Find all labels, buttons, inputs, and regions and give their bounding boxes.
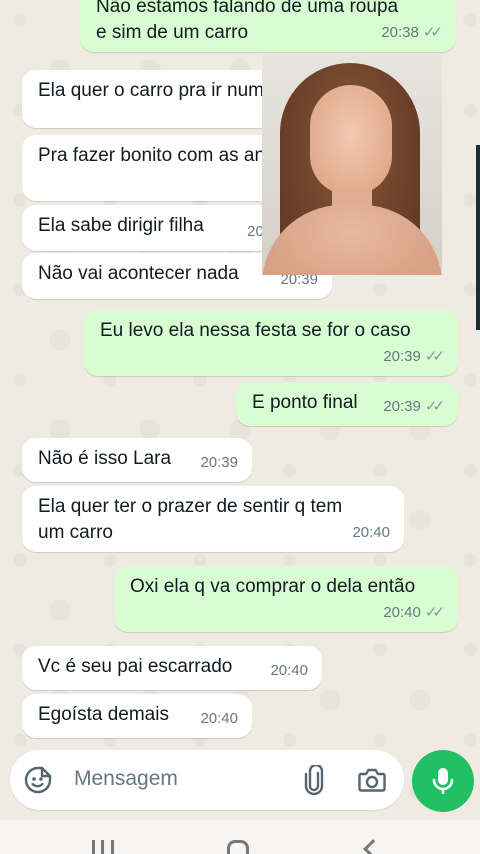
message-time: 20:40 xyxy=(383,604,421,621)
message-time: 20:38 xyxy=(381,24,419,41)
message-composer[interactable]: Mensagem xyxy=(10,750,404,810)
message-time: 20:40 xyxy=(352,524,390,541)
message-incoming[interactable]: Ela quer ter o prazer de sentir q tem um… xyxy=(22,486,404,552)
scroll-indicator[interactable] xyxy=(476,145,480,330)
emoji-sticker-icon[interactable] xyxy=(24,766,52,794)
video-person-face xyxy=(310,85,392,195)
message-meta: 20:38 ✓✓ xyxy=(381,20,443,46)
message-outgoing[interactable]: Eu levo ela nessa festa se for o caso 20… xyxy=(84,310,458,376)
message-outgoing[interactable]: E ponto final 20:39 ✓✓ xyxy=(236,382,458,426)
chat-area[interactable]: Não estamos falando de uma roupa e sim d… xyxy=(0,0,480,750)
microphone-button[interactable] xyxy=(412,750,474,812)
message-text: Vc é seu pai escarrado xyxy=(38,656,233,677)
message-meta: 20:39 ✓✓ xyxy=(383,394,445,420)
message-text: Eu levo ela nessa festa se for o caso xyxy=(100,320,411,341)
back-icon[interactable] xyxy=(363,839,383,854)
message-time: 20:39 xyxy=(383,348,421,365)
message-incoming[interactable]: Não é isso Lara 20:39 xyxy=(22,438,252,482)
system-navigation-bar xyxy=(0,820,480,854)
message-incoming[interactable]: Ela sabe dirigir filha 20: xyxy=(22,205,272,251)
message-time: 20:40 xyxy=(270,662,308,679)
message-incoming[interactable]: Vc é seu pai escarrado 20:40 xyxy=(22,646,322,690)
message-time: 20:39 xyxy=(200,454,238,471)
message-text: Ela sabe dirigir filha xyxy=(38,215,204,236)
recent-apps-icon[interactable] xyxy=(92,840,114,854)
message-incoming[interactable]: Egoísta demais 20:40 xyxy=(22,694,252,738)
message-text: Oxi ela q va comprar o dela então xyxy=(130,576,416,597)
message-outgoing[interactable]: Não estamos falando de uma roupa e sim d… xyxy=(80,0,456,52)
message-text: Ela quer ter o prazer de sentir q tem um… xyxy=(38,496,343,543)
message-time: 20:40 xyxy=(200,710,238,727)
message-input[interactable]: Mensagem xyxy=(74,767,178,791)
message-meta: 20:39 ✓✓ xyxy=(383,344,445,370)
message-outgoing[interactable]: Oxi ela q va comprar o dela então 20:40 ✓… xyxy=(114,566,458,632)
video-overlay xyxy=(262,55,442,275)
double-check-icon: ✓✓ xyxy=(422,24,443,41)
attach-clip-icon[interactable] xyxy=(302,765,326,795)
home-icon[interactable] xyxy=(227,840,249,854)
double-check-icon: ✓✓ xyxy=(424,348,445,365)
message-meta: 20:40 ✓✓ xyxy=(383,600,445,626)
camera-icon[interactable] xyxy=(358,767,386,793)
message-time: 20:39 xyxy=(383,398,421,415)
double-check-icon: ✓✓ xyxy=(424,604,445,621)
microphone-icon xyxy=(432,768,454,794)
double-check-icon: ✓✓ xyxy=(424,398,445,415)
